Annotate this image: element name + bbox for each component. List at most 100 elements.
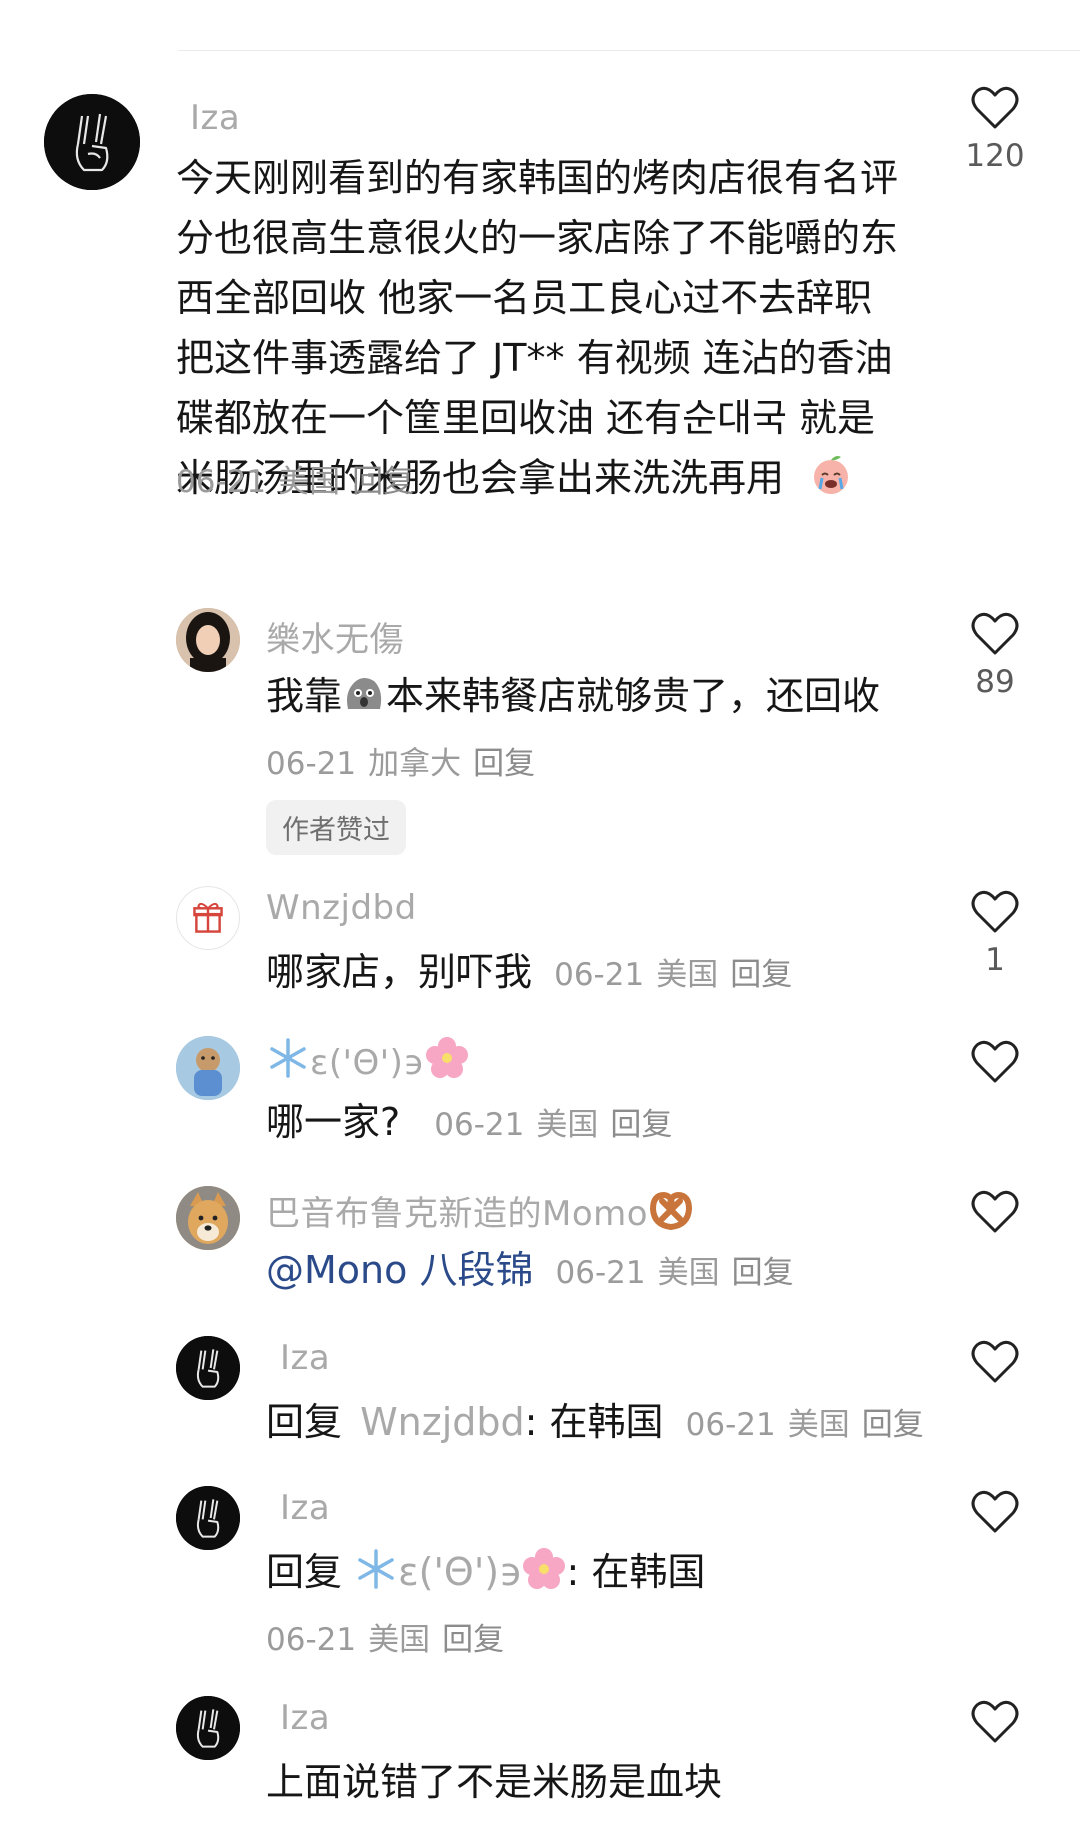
comment-location: 美国 xyxy=(278,464,341,500)
comment-line: 碟都放在一个筐里回收油 还有순대국 就是 xyxy=(176,396,876,440)
reply-prefix: 回复 xyxy=(266,1400,343,1444)
reply-button[interactable]: 回复 xyxy=(610,1107,672,1143)
username[interactable]: Wnzjdbd xyxy=(266,888,417,928)
comment-location: 加拿大 xyxy=(368,746,462,782)
username[interactable]: Iza xyxy=(280,1698,330,1738)
username[interactable]: Iza xyxy=(280,1488,330,1528)
reply-button[interactable]: 回复 xyxy=(862,1407,924,1443)
cherry-blossom-emoji xyxy=(425,1037,468,1078)
username[interactable]: Iza xyxy=(280,1338,330,1378)
peace-hand-icon xyxy=(44,94,140,190)
reply-to-user[interactable]: ɛ('Θ')϶ xyxy=(354,1548,566,1594)
username-text: 巴音布鲁克新造的Momo xyxy=(266,1194,649,1234)
comment-text-part: 哪家店，别吓我 xyxy=(266,950,533,994)
teddy-bear-avatar xyxy=(176,1036,240,1100)
mention-link[interactable]: @Mono 八段锦 xyxy=(266,1248,533,1292)
username[interactable]: 樂水无傷 xyxy=(266,612,404,661)
comment-line: 分也很高生意很火的一家店除了不能嚼的东 xyxy=(176,216,899,260)
like-button[interactable]: 89 xyxy=(910,612,1080,700)
like-count: 89 xyxy=(975,664,1015,700)
like-button[interactable]: 1 xyxy=(910,890,1080,978)
avatar[interactable] xyxy=(44,94,140,190)
comment-meta: 06-21 美国 回复 xyxy=(686,1407,936,1443)
avatar[interactable] xyxy=(176,608,240,672)
avatar[interactable] xyxy=(176,1186,240,1250)
peace-hand-icon xyxy=(176,1486,240,1550)
comment-line: 今天刚刚看到的有家韩国的烤肉店很有名评 xyxy=(176,156,899,200)
comment-text: 回复 ɛ('Θ')϶ : 在韩国 xyxy=(266,1542,705,1602)
heart-outline-icon xyxy=(971,1040,1019,1083)
comment-location: 美国 xyxy=(657,1255,720,1291)
comment-date: 06-21 xyxy=(176,464,267,500)
comment-location: 美国 xyxy=(536,1107,599,1143)
comment-text-part: : 在韩国 xyxy=(566,1550,706,1594)
like-button[interactable] xyxy=(910,1700,1080,1744)
avatar[interactable] xyxy=(176,1336,240,1400)
comment-text: 哪一家? 06-21 美国 回复 xyxy=(266,1092,684,1155)
comment-meta: 06-21 加拿大 回复 xyxy=(266,738,547,783)
heart-outline-icon xyxy=(971,1490,1019,1533)
comment-location: 美国 xyxy=(787,1407,850,1443)
like-button[interactable] xyxy=(910,1340,1080,1384)
comment-text-part: 本来韩餐店就够贵了，还回收 xyxy=(386,674,881,718)
comment-text-part: : 在韩国 xyxy=(524,1400,664,1444)
comment-date: 06-21 xyxy=(554,957,645,993)
comment-text: 今天刚刚看到的有家韩国的烤肉店很有名评 分也很高生意很火的一家店除了不能嚼的东 … xyxy=(176,148,898,508)
comment-line: 西全部回收 他家一名员工良心过不去辞职 xyxy=(176,276,873,320)
avatar[interactable] xyxy=(176,1696,240,1760)
username[interactable]: Iza xyxy=(190,98,240,138)
comment-text: 我靠 本来韩餐店就够贵了，还回收 xyxy=(266,666,880,726)
avatar[interactable] xyxy=(176,886,240,950)
reply-button[interactable]: 回复 xyxy=(442,1622,504,1658)
dog-avatar xyxy=(176,1186,240,1250)
like-button[interactable] xyxy=(910,1190,1080,1234)
avatar[interactable] xyxy=(176,1486,240,1550)
peace-hand-icon xyxy=(176,1696,240,1760)
like-button[interactable] xyxy=(910,1040,1080,1084)
comment-date: 06-21 xyxy=(266,746,357,782)
like-count: 120 xyxy=(965,138,1025,174)
comment-date: 06-21 xyxy=(555,1255,646,1291)
like-count: 1 xyxy=(985,942,1005,978)
comment-date: 06-21 xyxy=(685,1407,776,1443)
cherry-blossom-emoji xyxy=(523,1548,566,1589)
comment-meta: 06-21 美国 回复 xyxy=(266,1614,516,1659)
top-divider xyxy=(178,50,1080,51)
comment-text: @Mono 八段锦 06-21 美国 回复 xyxy=(266,1240,806,1303)
reply-button[interactable]: 回复 xyxy=(730,957,792,993)
comment-text: 上面说错了不是米肠是血块 xyxy=(266,1760,723,1804)
heart-outline-icon xyxy=(971,1340,1019,1383)
comment-location: 美国 xyxy=(368,1622,431,1658)
reply-button[interactable]: 回复 xyxy=(732,1255,794,1291)
comment-text: 哪家店，别吓我 06-21 美国 回复 xyxy=(266,942,804,1005)
comment-meta: 06-21 美国 回复 xyxy=(554,957,804,993)
shocked-rock-emoji xyxy=(347,678,382,709)
reply-prefix: 回复 xyxy=(266,1550,343,1594)
reply-button[interactable]: 回复 xyxy=(473,746,535,782)
username-text: ɛ('Θ')϶ xyxy=(310,1043,425,1083)
woman-portrait-avatar xyxy=(176,608,240,672)
heart-outline-icon xyxy=(971,890,1019,933)
comment-meta: 06-21 美国 回复 xyxy=(556,1255,806,1291)
gift-icon xyxy=(193,902,223,933)
like-button[interactable]: 120 xyxy=(910,86,1080,174)
comment-date: 06-21 xyxy=(434,1107,525,1143)
heart-outline-icon xyxy=(971,612,1019,655)
snowflake-emoji xyxy=(270,1038,306,1078)
comment-meta: 06-21 美国 回复 xyxy=(176,456,426,501)
reply-to-user[interactable]: Wnzjdbd xyxy=(360,1400,525,1444)
reply-to-user-text: ɛ('Θ')϶ xyxy=(398,1550,523,1594)
reply-button[interactable]: 回复 xyxy=(352,464,414,500)
avatar[interactable] xyxy=(176,1036,240,1100)
comment-meta: 06-21 美国 回复 xyxy=(434,1107,684,1143)
comment-date: 06-21 xyxy=(266,1622,357,1658)
username[interactable]: ɛ('Θ')϶ xyxy=(266,1036,469,1083)
heart-outline-icon xyxy=(971,1190,1019,1233)
crying-peach-emoji xyxy=(814,456,849,494)
comment-text-part: 哪一家? xyxy=(266,1100,401,1144)
heart-outline-icon xyxy=(971,1700,1019,1743)
author-liked-badge: 作者赞过 xyxy=(266,800,406,855)
like-button[interactable] xyxy=(910,1490,1080,1534)
username[interactable]: 巴音布鲁克新造的Momo xyxy=(266,1186,694,1235)
comment-location: 美国 xyxy=(656,957,719,993)
